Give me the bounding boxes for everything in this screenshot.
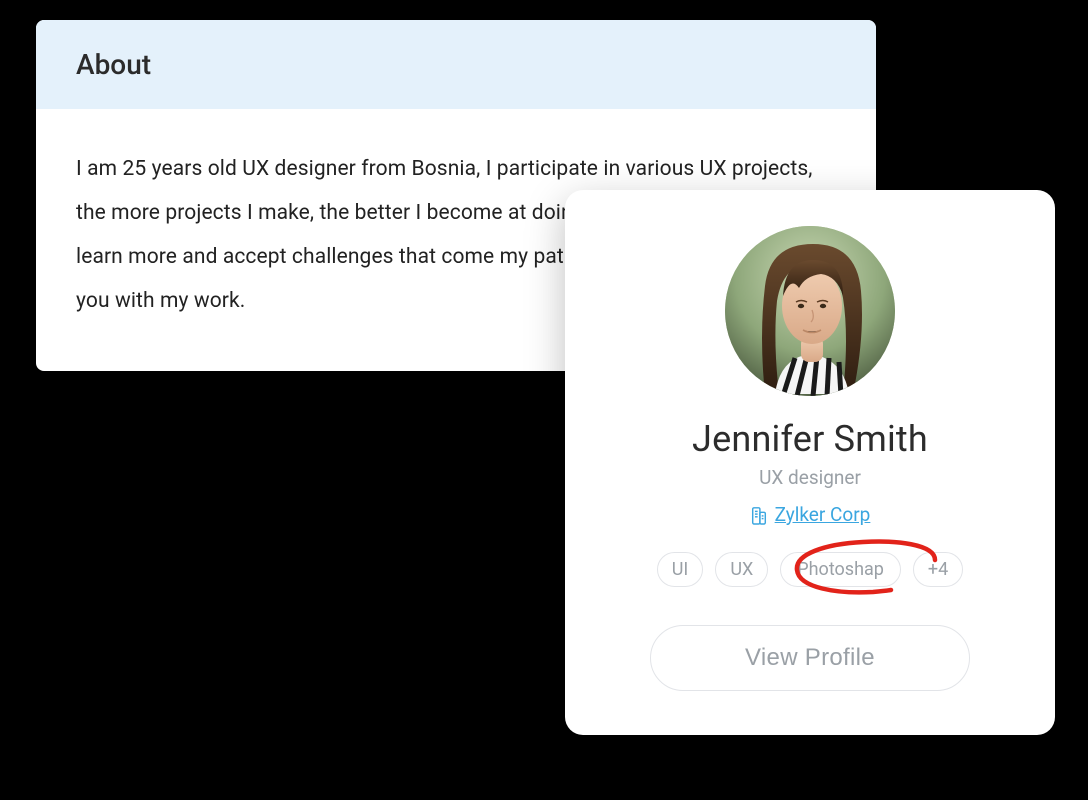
avatar (725, 226, 895, 396)
skill-tags: UI UX Photoshap +4 (657, 552, 964, 587)
profile-role: UX designer (759, 466, 861, 489)
building-icon (750, 505, 768, 525)
profile-company-name: Zylker Corp (775, 503, 871, 526)
about-header: About (36, 20, 876, 109)
tag-more[interactable]: +4 (913, 552, 963, 587)
tag-ui[interactable]: UI (657, 552, 704, 587)
profile-company-link[interactable]: Zylker Corp (750, 503, 871, 526)
tag-photoshap[interactable]: Photoshap (780, 552, 901, 587)
about-title: About (76, 48, 836, 81)
tag-ux[interactable]: UX (715, 552, 768, 587)
profile-card: Jennifer Smith UX designer Zylker Corp U… (565, 190, 1055, 735)
view-profile-button[interactable]: View Profile (650, 625, 970, 691)
avatar-image (725, 226, 895, 396)
profile-name: Jennifer Smith (692, 418, 928, 460)
